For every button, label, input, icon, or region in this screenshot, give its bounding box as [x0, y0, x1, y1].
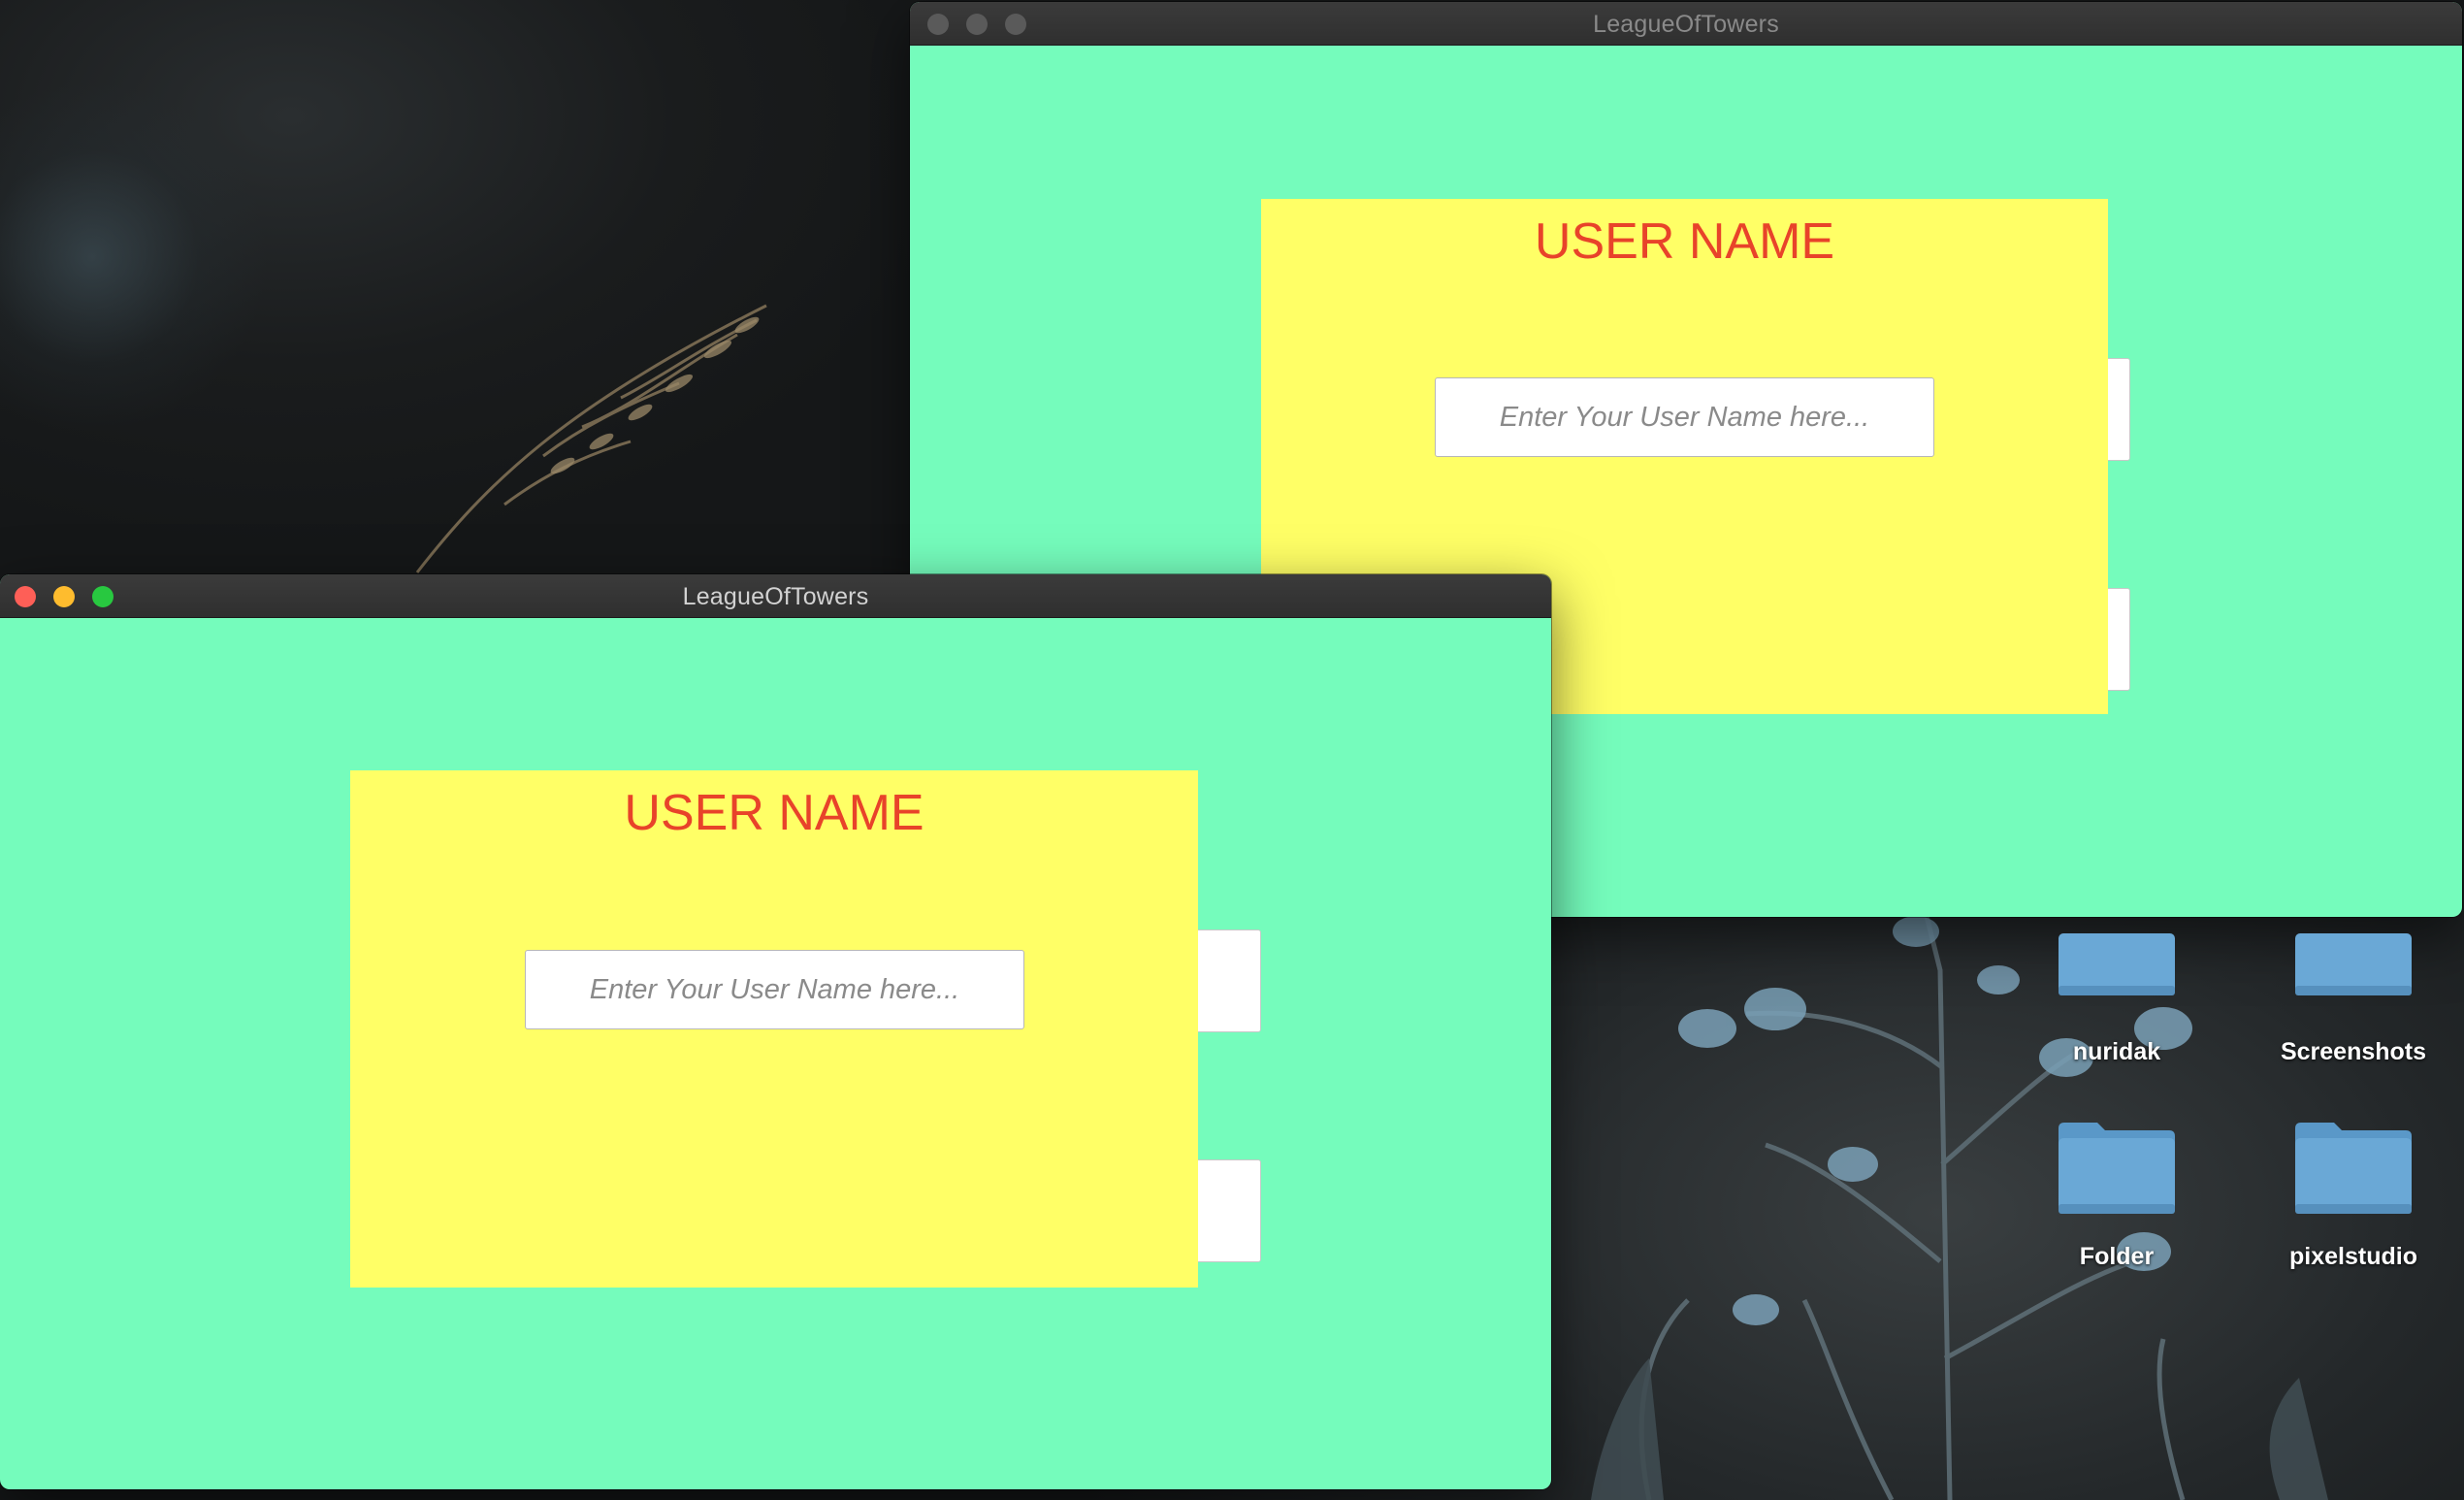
window-content: USER NAME [0, 618, 1551, 1489]
side-text-field[interactable] [1195, 929, 1261, 1032]
username-input[interactable] [525, 950, 1024, 1029]
card-title: USER NAME [1534, 213, 1835, 270]
folder-icon [2295, 1123, 2412, 1214]
desktop-folder[interactable]: pixelstudio [2256, 1121, 2450, 1276]
username-card: USER NAME [350, 770, 1198, 1288]
side-text-field[interactable] [1195, 1159, 1261, 1262]
folder-label: Folder [2079, 1243, 2155, 1270]
window-title: LeagueOfTowers [1593, 11, 1779, 38]
username-input[interactable] [1435, 377, 1934, 457]
folder-icon [2295, 933, 2412, 995]
desktop-folder[interactable]: Screenshots [2256, 933, 2450, 1089]
folder-label: nuridak [2072, 1038, 2161, 1065]
window-titlebar[interactable]: LeagueOfTowers [0, 574, 1551, 618]
folder-icon [2059, 933, 2175, 995]
card-title: USER NAME [624, 785, 924, 841]
app-window-front[interactable]: LeagueOfTowers USER NAME [0, 574, 1551, 1489]
window-titlebar[interactable]: LeagueOfTowers [910, 2, 2462, 46]
desktop-folder[interactable]: Folder [2020, 1121, 2214, 1276]
folder-label: pixelstudio [2289, 1243, 2417, 1270]
desktop-folder[interactable]: nuridak [2020, 933, 2214, 1089]
window-title: LeagueOfTowers [682, 583, 869, 610]
folder-icon [2059, 1123, 2175, 1214]
folder-label: Screenshots [2280, 1038, 2427, 1065]
